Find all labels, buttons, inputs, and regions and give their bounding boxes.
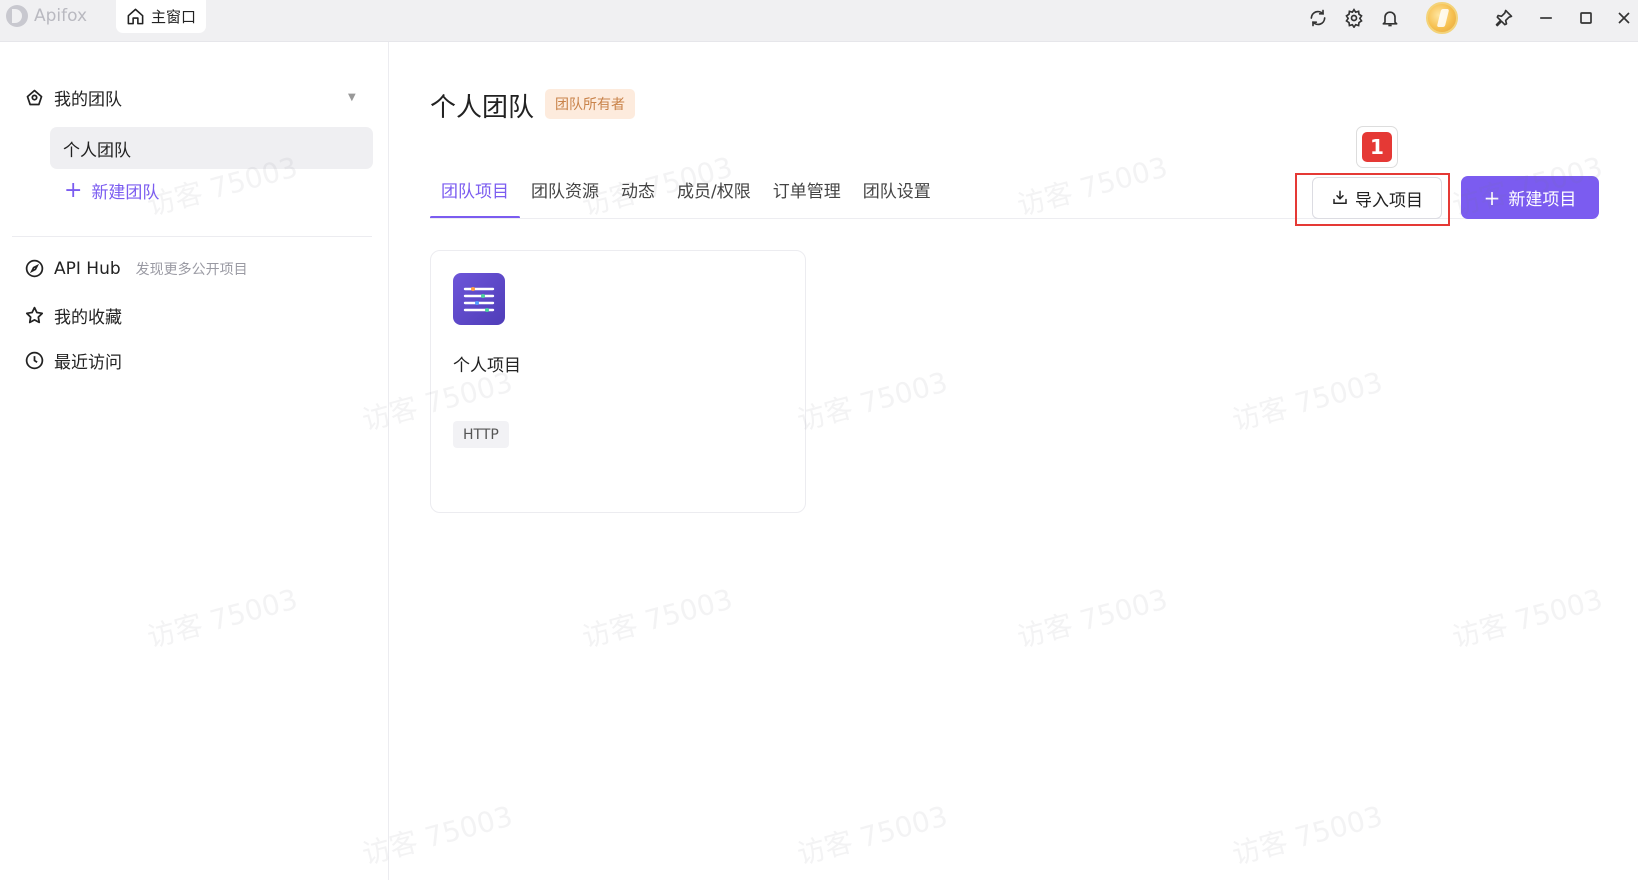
star-icon (25, 306, 44, 324)
clock-icon (25, 351, 44, 370)
new-project-label: 新建项目 (1508, 190, 1577, 210)
close-icon[interactable] (1612, 6, 1636, 30)
home-tab-label: 主窗口 (151, 8, 197, 26)
pin-icon[interactable] (1492, 6, 1516, 30)
project-card[interactable]: 个人项目 HTTP (430, 250, 806, 513)
page-title: 个人团队 (430, 93, 535, 123)
tab-team-projects[interactable]: 团队项目 (430, 177, 520, 219)
project-name: 个人项目 (453, 356, 521, 376)
title-bar: Apifox 主窗口 (0, 0, 1638, 42)
app-name: Apifox (34, 6, 88, 26)
plus-icon: + (64, 177, 83, 203)
project-icon (453, 273, 505, 325)
refresh-icon[interactable] (1306, 6, 1330, 30)
new-team-link[interactable]: + 新建团队 (64, 178, 159, 203)
callout-highlight-box (1295, 173, 1450, 226)
callout-number-badge: 1 (1356, 126, 1398, 168)
apifox-logo-icon (6, 5, 28, 27)
home-icon (127, 8, 144, 25)
project-type-tag: HTTP (453, 421, 509, 448)
my-team-header[interactable]: 我的团队 (24, 85, 122, 110)
home-tab[interactable]: 主窗口 (116, 0, 206, 33)
plus-icon: + (1483, 185, 1501, 210)
recent-label: 最近访问 (54, 353, 122, 373)
tab-team-settings[interactable]: 团队设置 (852, 177, 942, 219)
minimize-icon[interactable] (1534, 6, 1558, 30)
sidebar: 我的团队 ▼ 个人团队 + 新建团队 API Hub 发现更多公开项目 我的收藏… (0, 42, 389, 880)
main-content: 个人团队 团队所有者 团队项目 团队资源 动态 成员/权限 订单管理 团队设置 … (390, 42, 1638, 880)
tab-activity[interactable]: 动态 (610, 177, 666, 219)
compass-icon (25, 259, 44, 278)
new-team-label: 新建团队 (91, 183, 160, 203)
user-avatar[interactable] (1426, 2, 1458, 34)
api-hub-label: API Hub (54, 258, 121, 279)
callout-number: 1 (1362, 132, 1392, 162)
maximize-icon[interactable] (1574, 6, 1598, 30)
new-project-button[interactable]: + 新建项目 (1461, 176, 1599, 219)
bell-icon[interactable] (1378, 6, 1402, 30)
team-icon (26, 89, 43, 106)
api-hub-hint: 发现更多公开项目 (135, 261, 248, 278)
team-tabs: 团队项目 团队资源 动态 成员/权限 订单管理 团队设置 (430, 177, 942, 219)
sidebar-item-recent[interactable]: 最近访问 (24, 348, 122, 373)
tab-orders[interactable]: 订单管理 (762, 177, 852, 219)
owner-badge: 团队所有者 (545, 89, 635, 119)
chevron-down-icon[interactable]: ▼ (348, 92, 356, 103)
sidebar-item-personal-team[interactable]: 个人团队 (50, 127, 373, 169)
tab-members[interactable]: 成员/权限 (666, 177, 762, 219)
app-logo: Apifox (6, 5, 87, 27)
favorites-label: 我的收藏 (54, 308, 122, 328)
tab-team-resources[interactable]: 团队资源 (520, 177, 610, 219)
my-team-label: 我的团队 (54, 90, 122, 110)
settings-icon[interactable] (1342, 6, 1366, 30)
sidebar-item-api-hub[interactable]: API Hub 发现更多公开项目 (24, 258, 248, 279)
sidebar-divider (12, 236, 372, 237)
sidebar-item-favorites[interactable]: 我的收藏 (24, 303, 122, 328)
sidebar-item-label: 个人团队 (63, 140, 131, 161)
